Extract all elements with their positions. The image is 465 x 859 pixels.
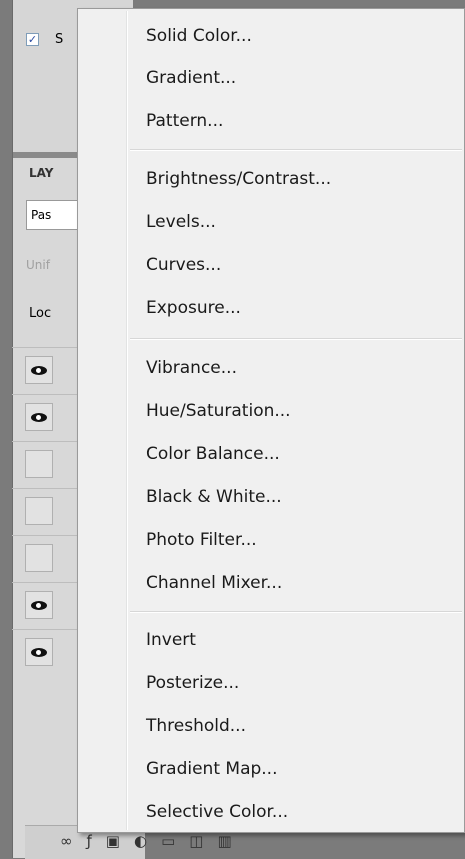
layer-visibility-toggle[interactable] — [25, 403, 53, 431]
eye-icon — [31, 601, 47, 610]
adjustment-layer-menu: Solid Color... Gradient... Pattern... Brigh… — [77, 8, 465, 833]
new-layer-icon[interactable]: ◫ — [189, 832, 217, 850]
menu-item-vibrance[interactable]: Vibrance... — [146, 351, 237, 385]
menu-item-invert[interactable]: Invert — [146, 623, 196, 657]
layer-visibility-toggle[interactable] — [25, 544, 53, 572]
options-checkbox[interactable]: ✓ — [26, 33, 39, 46]
menu-item-gradient-map[interactable]: Gradient Map... — [146, 752, 277, 786]
menu-item-curves[interactable]: Curves... — [146, 248, 221, 282]
menu-separator — [130, 338, 462, 340]
menu-icon-gutter — [126, 11, 128, 830]
menu-item-threshold[interactable]: Threshold... — [146, 709, 246, 743]
menu-item-pattern[interactable]: Pattern... — [146, 104, 223, 138]
layers-panel-title[interactable]: LAY — [29, 166, 53, 180]
adjustment-icon[interactable]: ◐ — [134, 832, 161, 850]
menu-item-posterize[interactable]: Posterize... — [146, 666, 239, 700]
menu-separator — [130, 149, 462, 151]
layer-visibility-toggle[interactable] — [25, 356, 53, 384]
menu-item-solid-color[interactable]: Solid Color... — [146, 19, 252, 53]
menu-item-gradient[interactable]: Gradient... — [146, 61, 236, 95]
folder-icon[interactable]: ▭ — [161, 832, 189, 850]
fx-icon[interactable]: ƒ — [87, 832, 106, 850]
menu-item-channel-mixer[interactable]: Channel Mixer... — [146, 566, 282, 600]
menu-item-levels[interactable]: Levels... — [146, 205, 216, 239]
menu-separator — [130, 611, 462, 613]
unify-label: Unif — [26, 258, 50, 272]
menu-item-black-white[interactable]: Black & White... — [146, 480, 282, 514]
menu-item-brightness-contrast[interactable]: Brightness/Contrast... — [146, 162, 331, 196]
eye-icon — [31, 648, 47, 657]
menu-item-color-balance[interactable]: Color Balance... — [146, 437, 280, 471]
layer-visibility-toggle[interactable] — [25, 638, 53, 666]
layers-bottom-icons: ∞ƒ▣◐▭◫▥ — [60, 832, 246, 850]
eye-icon — [31, 413, 47, 422]
layer-visibility-toggle[interactable] — [25, 450, 53, 478]
menu-item-exposure[interactable]: Exposure... — [146, 291, 241, 325]
menu-item-photo-filter[interactable]: Photo Filter... — [146, 523, 257, 557]
mask-icon[interactable]: ▣ — [106, 832, 134, 850]
lock-label: Loc — [29, 306, 52, 321]
options-checkbox-label: S — [55, 32, 64, 47]
layer-visibility-toggle[interactable] — [25, 497, 53, 525]
menu-item-selective-color[interactable]: Selective Color... — [146, 795, 288, 829]
eye-icon — [31, 366, 47, 375]
menu-item-hue-saturation[interactable]: Hue/Saturation... — [146, 394, 291, 428]
link-icon[interactable]: ∞ — [60, 832, 87, 850]
layer-visibility-toggle[interactable] — [25, 591, 53, 619]
trash-icon[interactable]: ▥ — [217, 832, 245, 850]
